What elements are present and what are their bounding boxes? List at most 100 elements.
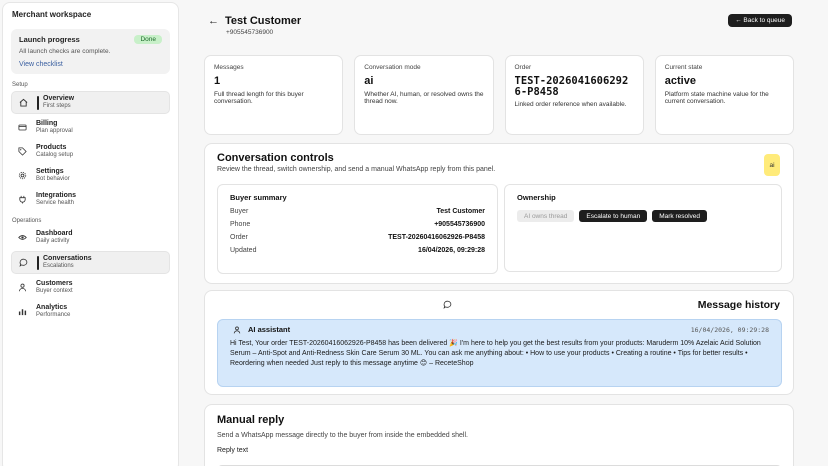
sidebar-item-billing[interactable]: Billing Plan approval (11, 117, 170, 138)
stat-card-order: Order TEST-20260416062926-P8458 Linked o… (504, 55, 644, 135)
sidebar-item-customers[interactable]: Customers Buyer context (11, 277, 170, 298)
manual-reply-title: Manual reply (217, 414, 285, 426)
card-icon (17, 123, 27, 133)
summary-key: Order (230, 234, 248, 241)
stat-desc: Platform state machine value for the cur… (664, 90, 769, 106)
message-author: AI assistant (230, 325, 290, 334)
sidebar-item-sub: Daily activity (36, 238, 70, 245)
stat-label: Order (514, 64, 532, 71)
launch-progress-card: Launch progress Done All launch checks a… (11, 29, 170, 74)
ownership-panel: Ownership AI owns thread Escalate to hum… (504, 184, 782, 272)
section-label-setup: Setup (12, 82, 28, 88)
summary-key: Updated (230, 247, 257, 254)
conversation-controls-panel: Conversation controls Review the thread,… (204, 143, 794, 284)
buyer-summary: Buyer summary Buyer Test Customer Phone … (217, 184, 498, 274)
summary-row: Phone +905545736900 (230, 221, 485, 228)
stat-card-state: Current state active Platform state mach… (654, 55, 794, 135)
user-icon (17, 283, 27, 293)
ai-owns-thread-button[interactable]: AI owns thread (517, 210, 575, 222)
summary-row: Order TEST-20260416062926-P8458 (230, 234, 485, 241)
sidebar-item-label: Analytics (36, 304, 68, 312)
stat-label: Conversation mode (364, 64, 421, 71)
summary-value: 16/04/2026, 09:29:28 (418, 247, 485, 254)
stat-card-mode: Conversation mode ai Whether AI, human, … (354, 55, 494, 135)
buyer-summary-title: Buyer summary (230, 193, 287, 202)
sidebar-item-analytics[interactable]: Analytics Performance (11, 301, 170, 322)
stat-cards: Messages 1 Full thread length for this b… (204, 55, 794, 135)
sidebar-item-sub: Performance (36, 312, 71, 319)
page-title: Test Customer (225, 15, 302, 27)
sidebar-item-conversations[interactable]: Conversations Escalations (11, 251, 170, 274)
sidebar-item-sub: Catalog setup (36, 152, 74, 159)
sidebar-item-label: Conversations (43, 255, 92, 263)
section-label-operations: Operations (12, 218, 42, 224)
sidebar-item-label: Billing (36, 120, 58, 128)
conversation-header: ← Test Customer +905545736900 ← Back to … (204, 13, 794, 43)
manual-reply-panel: Manual reply Send a WhatsApp message dir… (204, 404, 794, 466)
controls-title: Conversation controls (217, 152, 334, 164)
stat-label: Messages (214, 64, 244, 71)
sidebar-item-sub: Service health (36, 200, 75, 207)
sidebar-item-products[interactable]: Products Catalog setup (11, 141, 170, 162)
customer-phone: +905545736900 (226, 29, 274, 36)
plug-icon (17, 195, 27, 205)
stat-value: TEST-20260416062926-P8458 (514, 75, 629, 99)
launch-progress-title: Launch progress (19, 35, 80, 44)
message-timestamp: 16/04/2026, 09:29:28 (690, 325, 769, 334)
sidebar-item-dashboard[interactable]: Dashboard Daily activity (11, 227, 170, 248)
mode-chip: ai (764, 154, 780, 176)
escalate-to-human-button[interactable]: Escalate to human (579, 210, 648, 222)
reply-text-label: Reply text (217, 447, 249, 454)
summary-value: +905545736900 (434, 221, 485, 228)
sidebar-item-sub: First steps (43, 103, 71, 110)
user-icon (233, 326, 241, 333)
stat-label: Current state (664, 64, 703, 71)
sidebar-item-settings[interactable]: Settings Bot behavior (11, 165, 170, 186)
mark-resolved-button[interactable]: Mark resolved (652, 210, 708, 222)
stat-desc: Whether AI, human, or resolved owns the … (364, 90, 484, 106)
stat-desc: Linked order reference when available. (514, 101, 627, 109)
active-indicator (37, 255, 39, 270)
summary-value: Test Customer (436, 208, 486, 215)
manual-reply-subtitle: Send a WhatsApp message directly to the … (217, 432, 468, 439)
sidebar-item-label: Overview (43, 95, 75, 103)
message-history-title: Message history (697, 299, 780, 311)
sidebar-item-integrations[interactable]: Integrations Service health (11, 189, 170, 210)
view-checklist-link[interactable]: View checklist (19, 61, 162, 68)
sidebar-item-sub: Buyer context (36, 288, 73, 295)
launch-progress-text: All launch checks are complete. (19, 48, 111, 55)
chat-icon (443, 300, 452, 309)
summary-key: Phone (230, 221, 251, 228)
stat-card-messages: Messages 1 Full thread length for this b… (204, 55, 344, 135)
message-bubble: AI assistant 16/04/2026, 09:29:28 Hi Tes… (217, 319, 782, 387)
stat-desc: Full thread length for this buyer conver… (214, 90, 304, 106)
controls-subtitle: Review the thread, switch ownership, and… (217, 166, 496, 173)
ownership-buttons: AI owns thread Escalate to human Mark re… (517, 210, 769, 222)
back-arrow-icon[interactable]: ← (208, 15, 219, 27)
sidebar: Merchant workspace Launch progress Done … (2, 2, 179, 466)
stat-value: active (664, 75, 696, 87)
sidebar-item-label: Products (36, 144, 67, 152)
stat-value: ai (364, 75, 374, 87)
sidebar-item-label: Dashboard (36, 230, 73, 238)
home-icon (18, 98, 28, 108)
bars-icon (17, 307, 27, 317)
sidebar-item-label: Settings (36, 168, 64, 176)
sidebar-item-label: Integrations (36, 192, 77, 200)
message-body: Hi Test, Your order TEST-20260416062926-… (230, 340, 761, 368)
gear-icon (17, 171, 27, 181)
sidebar-item-sub: Plan approval (36, 128, 73, 135)
eye-icon (17, 233, 27, 243)
active-indicator (37, 95, 39, 110)
summary-row: Buyer Test Customer (230, 208, 485, 215)
sidebar-item-overview[interactable]: Overview First steps (11, 91, 170, 114)
workspace-title: Merchant workspace (12, 10, 92, 19)
message-history-panel: Message history AI assistant 16/04/2026,… (204, 290, 794, 395)
summary-row: Updated 16/04/2026, 09:29:28 (230, 247, 485, 254)
chat-icon (18, 258, 28, 268)
tag-icon (17, 147, 27, 157)
summary-value: TEST-20260416062926-P8458 (388, 234, 485, 241)
sidebar-item-sub: Bot behavior (36, 176, 70, 183)
ownership-title: Ownership (517, 193, 556, 202)
back-to-queue-button[interactable]: ← Back to queue (728, 14, 792, 27)
